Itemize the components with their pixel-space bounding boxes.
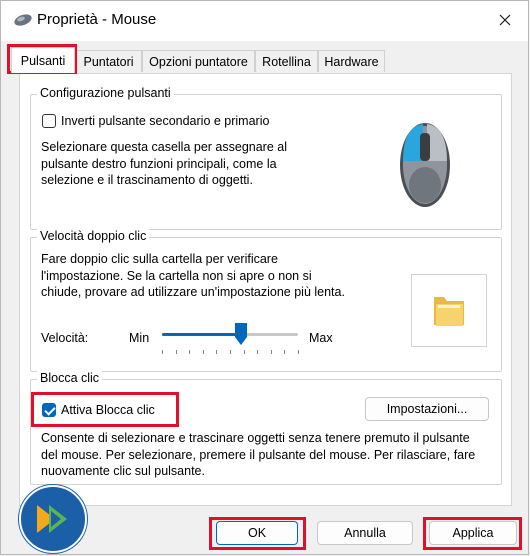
slider-tick [298,350,299,354]
slider-tick [175,350,177,354]
group-title-click-lock: Blocca clic [37,371,103,385]
test-folder[interactable] [411,274,487,347]
slider-fill [162,333,241,336]
cancel-button[interactable]: Annulla [317,521,413,545]
ok-button[interactable]: OK [216,521,298,545]
slider-tick [284,350,286,354]
slider-tick [189,350,191,354]
mouse-properties-window: Proprietà - Mouse Pulsanti Puntatori Opz… [0,0,529,555]
group-title-button-config: Configurazione pulsanti [37,86,174,100]
folder-icon [434,297,464,326]
slider-tick [243,350,245,354]
click-lock-checkbox[interactable] [42,403,56,417]
group-title-double-click: Velocità doppio clic [37,229,150,243]
swap-buttons-checkbox[interactable] [42,114,56,128]
speed-label: Velocità: [41,331,89,345]
slider-tick [230,350,231,354]
mouse-illustration [361,99,490,223]
tab-pulsanti[interactable]: Pulsanti [11,47,75,73]
button-config-description: Selezionare questa casella per assegnare… [41,140,287,187]
slider-tick [216,350,218,354]
double-click-description: Fare doppio clic sulla cartella per veri… [41,252,345,299]
tab-opzioni-puntatore[interactable]: Opzioni puntatore [142,50,255,72]
logo-icon [37,505,67,533]
click-lock-label[interactable]: Attiva Blocca clic [61,402,155,419]
slider-tick [202,350,204,354]
group-button-config: Configurazione pulsanti Inverti pulsante… [30,86,502,230]
close-button[interactable] [492,7,518,33]
mouse-app-icon [14,14,32,26]
speed-min-label: Min [129,331,150,345]
mouse-icon [400,123,450,207]
slider-tick [257,350,259,354]
title-bar: Proprietà - Mouse [1,1,528,41]
swap-buttons-label[interactable]: Inverti pulsante secondario e primario [61,113,269,130]
tab-panel-pulsanti: Configurazione pulsanti Inverti pulsante… [19,73,512,506]
window-title: Proprietà - Mouse [37,11,157,28]
tab-puntatori[interactable]: Puntatori [75,50,142,72]
slider-track[interactable] [162,333,298,336]
tab-rotellina[interactable]: Rotellina [255,50,318,72]
slider-tick [162,350,163,354]
click-lock-description: Consente di selezionare e trascinare ogg… [41,431,476,478]
apply-button[interactable]: Applica [429,521,517,545]
group-click-lock: Blocca clic Attiva Blocca clic Impostazi… [30,371,502,485]
slider-thumb[interactable] [234,323,247,345]
tab-hardware[interactable]: Hardware [318,50,385,72]
logo-badge [19,485,87,553]
speed-max-label: Max [309,331,333,345]
close-icon [499,14,511,26]
click-lock-settings-button[interactable]: Impostazioni... [365,397,489,421]
slider-tick [270,350,272,354]
group-double-click: Velocità doppio clic Fare doppio clic su… [30,229,502,372]
